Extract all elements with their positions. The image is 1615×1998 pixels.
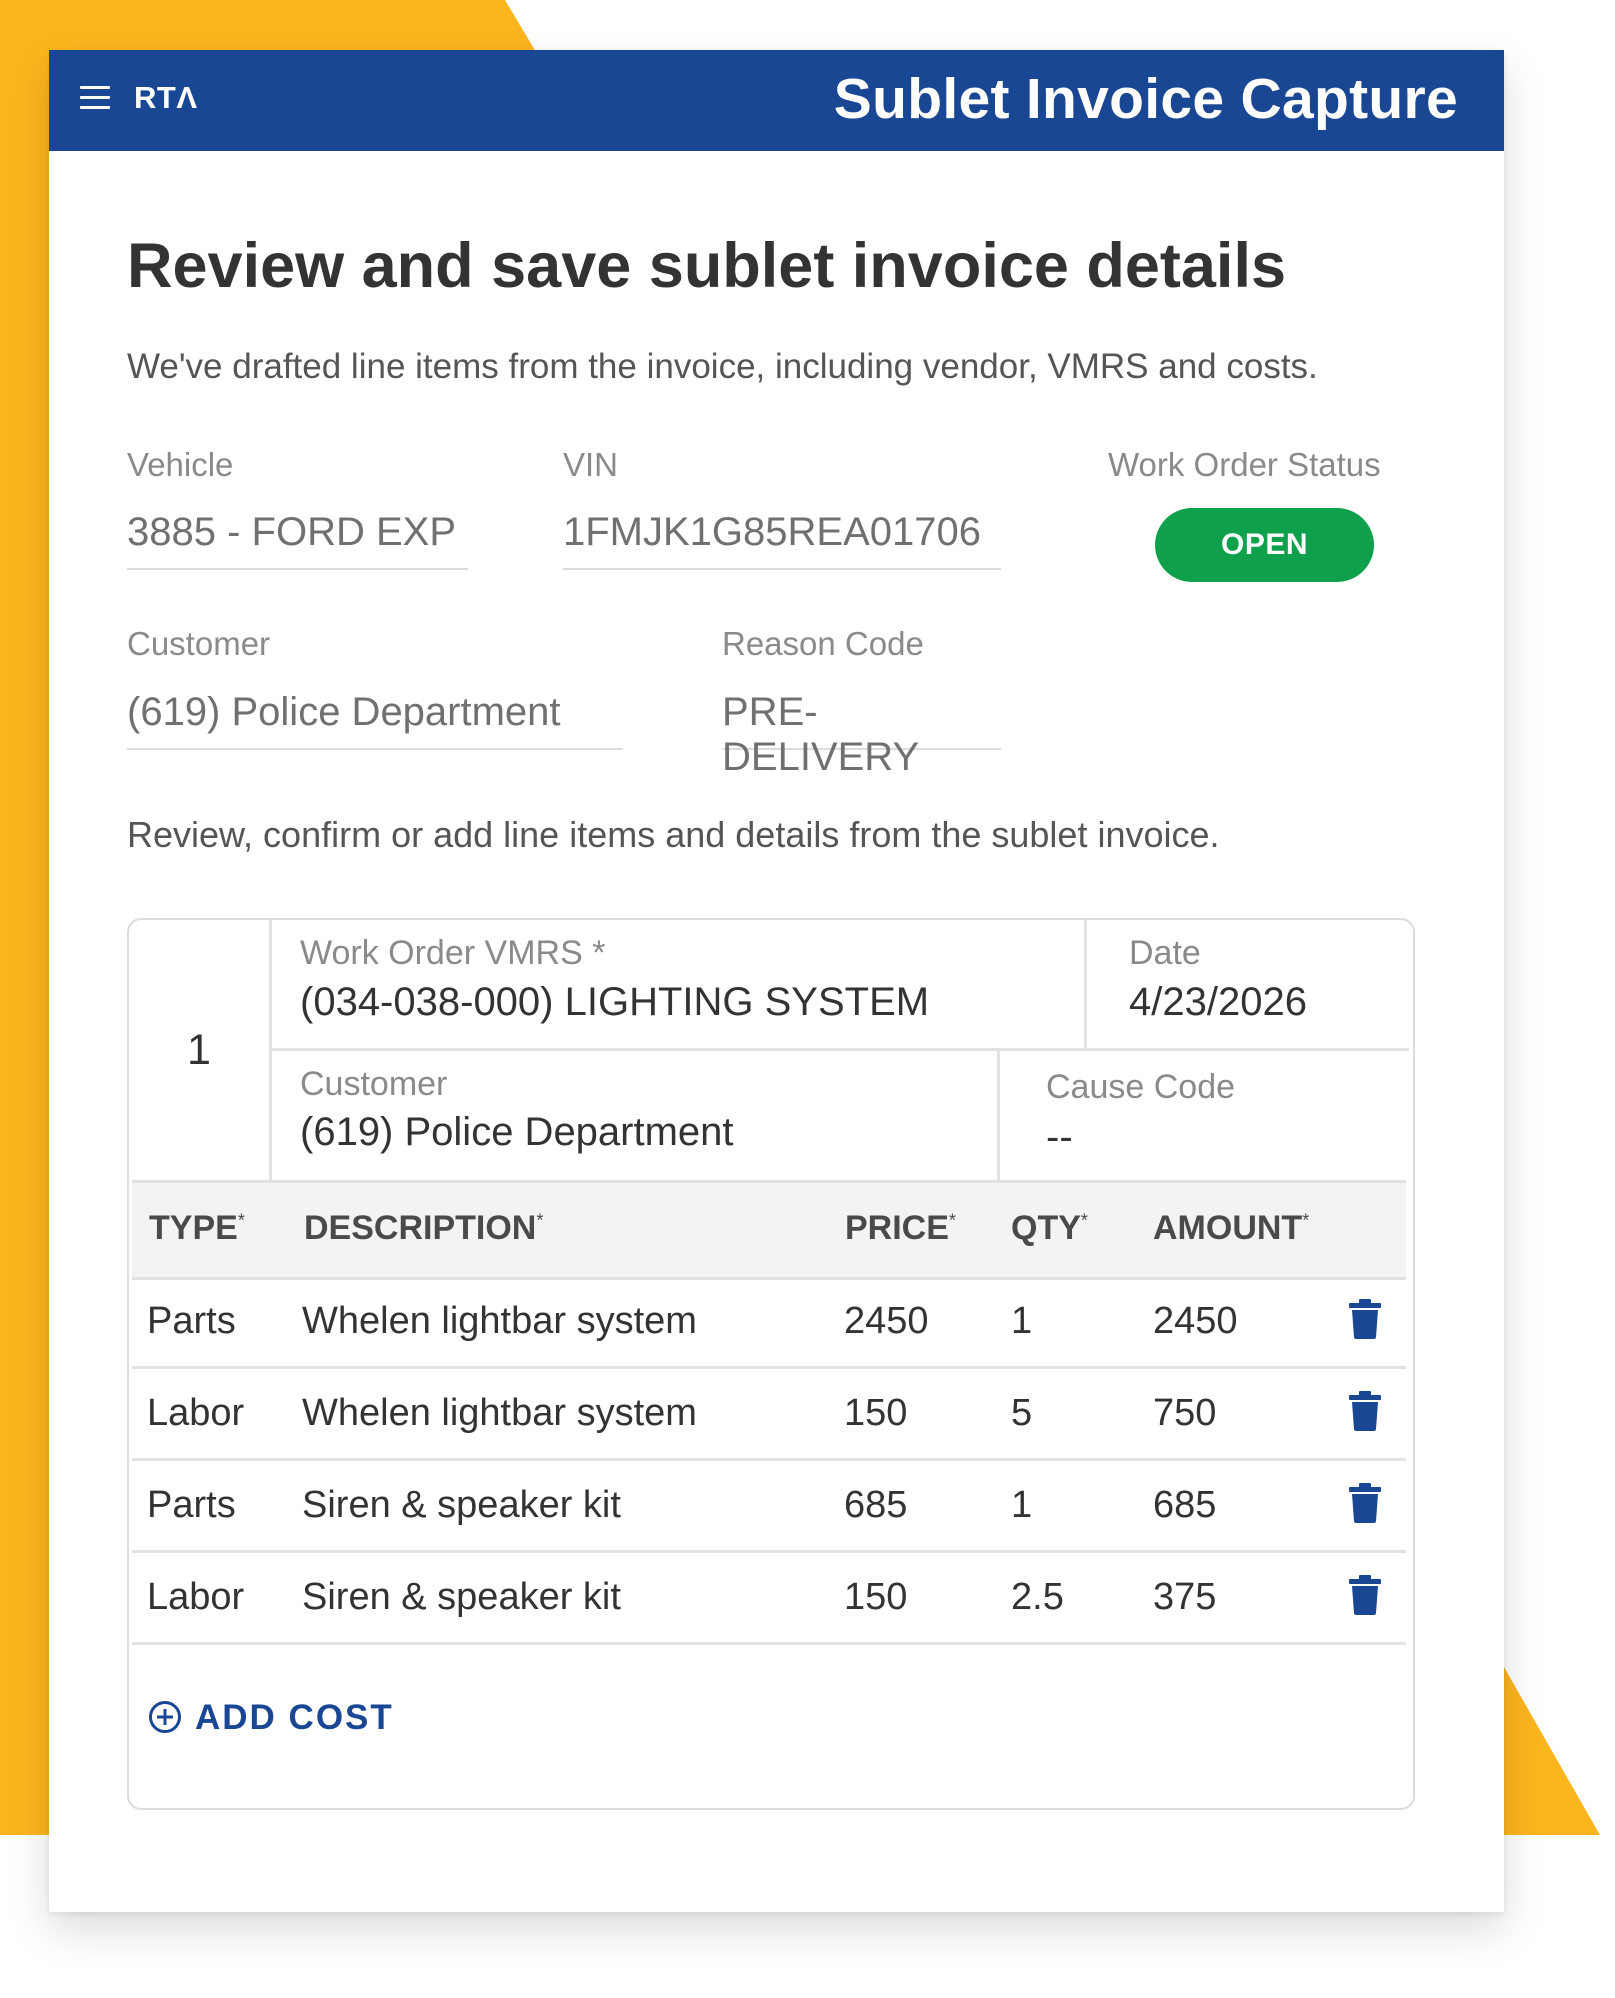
logo: RTΛ <box>134 80 198 115</box>
app-title: Sublet Invoice Capture <box>833 67 1458 131</box>
vin-label: VIN <box>563 446 619 483</box>
trash-icon[interactable] <box>1349 1299 1381 1339</box>
cell-qty[interactable]: 1 <box>1011 1484 1032 1527</box>
customer-field[interactable]: (619) Police Department <box>127 690 623 750</box>
line-customer-label: Customer <box>300 1065 448 1103</box>
table-row[interactable]: Parts Siren & speaker kit 685 1 685 <box>132 1461 1406 1553</box>
app-window: RTΛ Sublet Invoice Capture Review and sa… <box>49 50 1504 1912</box>
plus-circle-icon <box>149 1701 181 1733</box>
cell-description[interactable]: Siren & speaker kit <box>302 1484 621 1527</box>
vehicle-label: Vehicle <box>127 446 234 483</box>
cell-amount[interactable]: 2450 <box>1153 1300 1238 1343</box>
cause-code-field[interactable]: -- <box>1046 1115 1073 1160</box>
line-item-card: 1 Work Order VMRS * (034-038-000) LIGHTI… <box>127 918 1415 1810</box>
trash-icon[interactable] <box>1349 1391 1381 1431</box>
page-subtitle: We've drafted line items from the invoic… <box>127 347 1318 386</box>
table-row[interactable]: Parts Whelen lightbar system 2450 1 2450 <box>132 1277 1406 1369</box>
date-label: Date <box>1129 934 1201 972</box>
trash-icon[interactable] <box>1349 1575 1381 1615</box>
cell-type[interactable]: Parts <box>147 1484 236 1527</box>
column-header-type[interactable]: TYPE* <box>149 1209 245 1248</box>
cell-price[interactable]: 150 <box>844 1576 907 1619</box>
cost-table-header: TYPE* DESCRIPTION* PRICE* QTY* AMOUNT* <box>132 1180 1406 1280</box>
reason-code-label: Reason Code <box>722 625 924 662</box>
cell-description[interactable]: Whelen lightbar system <box>302 1300 697 1343</box>
top-bar: RTΛ Sublet Invoice Capture <box>49 50 1504 151</box>
cell-price[interactable]: 685 <box>844 1484 907 1527</box>
cell-price[interactable]: 150 <box>844 1392 907 1435</box>
status-badge: OPEN <box>1155 508 1374 582</box>
cell-qty[interactable]: 2.5 <box>1011 1576 1064 1619</box>
cell-qty[interactable]: 1 <box>1011 1300 1032 1343</box>
cell-description[interactable]: Whelen lightbar system <box>302 1392 697 1435</box>
cause-code-label: Cause Code <box>1046 1068 1236 1106</box>
instruction-text: Review, confirm or add line items and de… <box>127 814 1220 855</box>
cell-amount[interactable]: 685 <box>1153 1484 1216 1527</box>
column-header-qty[interactable]: QTY* <box>1011 1209 1088 1248</box>
vmrs-field[interactable]: (034-038-000) LIGHTING SYSTEM <box>300 980 929 1025</box>
divider <box>997 1051 1000 1180</box>
column-header-description[interactable]: DESCRIPTION* <box>304 1209 543 1248</box>
date-field[interactable]: 4/23/2026 <box>1129 980 1307 1025</box>
cell-description[interactable]: Siren & speaker kit <box>302 1576 621 1619</box>
divider <box>1084 920 1087 1048</box>
cell-amount[interactable]: 375 <box>1153 1576 1216 1619</box>
trash-icon[interactable] <box>1349 1483 1381 1523</box>
line-customer-field[interactable]: (619) Police Department <box>300 1110 734 1155</box>
vehicle-field[interactable]: 3885 - FORD EXP <box>127 510 468 570</box>
menu-icon[interactable] <box>80 86 110 110</box>
cell-amount[interactable]: 750 <box>1153 1392 1216 1435</box>
cell-price[interactable]: 2450 <box>844 1300 929 1343</box>
divider <box>269 1048 1409 1051</box>
table-row[interactable]: Labor Whelen lightbar system 150 5 750 <box>132 1369 1406 1461</box>
cell-type[interactable]: Parts <box>147 1300 236 1343</box>
customer-label: Customer <box>127 625 271 662</box>
cell-type[interactable]: Labor <box>147 1392 244 1435</box>
line-item-number: 1 <box>129 920 272 1180</box>
column-header-price[interactable]: PRICE* <box>845 1209 956 1248</box>
cell-type[interactable]: Labor <box>147 1576 244 1619</box>
reason-code-field[interactable]: PRE-DELIVERY <box>722 690 1001 779</box>
column-header-amount[interactable]: AMOUNT* <box>1153 1209 1309 1248</box>
page-title: Review and save sublet invoice details <box>127 231 1286 301</box>
add-cost-label: ADD COST <box>195 1698 394 1737</box>
vin-field[interactable]: 1FMJK1G85REA01706 <box>563 510 1001 570</box>
cell-qty[interactable]: 5 <box>1011 1392 1032 1435</box>
vmrs-label: Work Order VMRS * <box>300 934 606 972</box>
work-order-status-label: Work Order Status <box>1108 446 1381 483</box>
table-row[interactable]: Labor Siren & speaker kit 150 2.5 375 <box>132 1553 1406 1645</box>
